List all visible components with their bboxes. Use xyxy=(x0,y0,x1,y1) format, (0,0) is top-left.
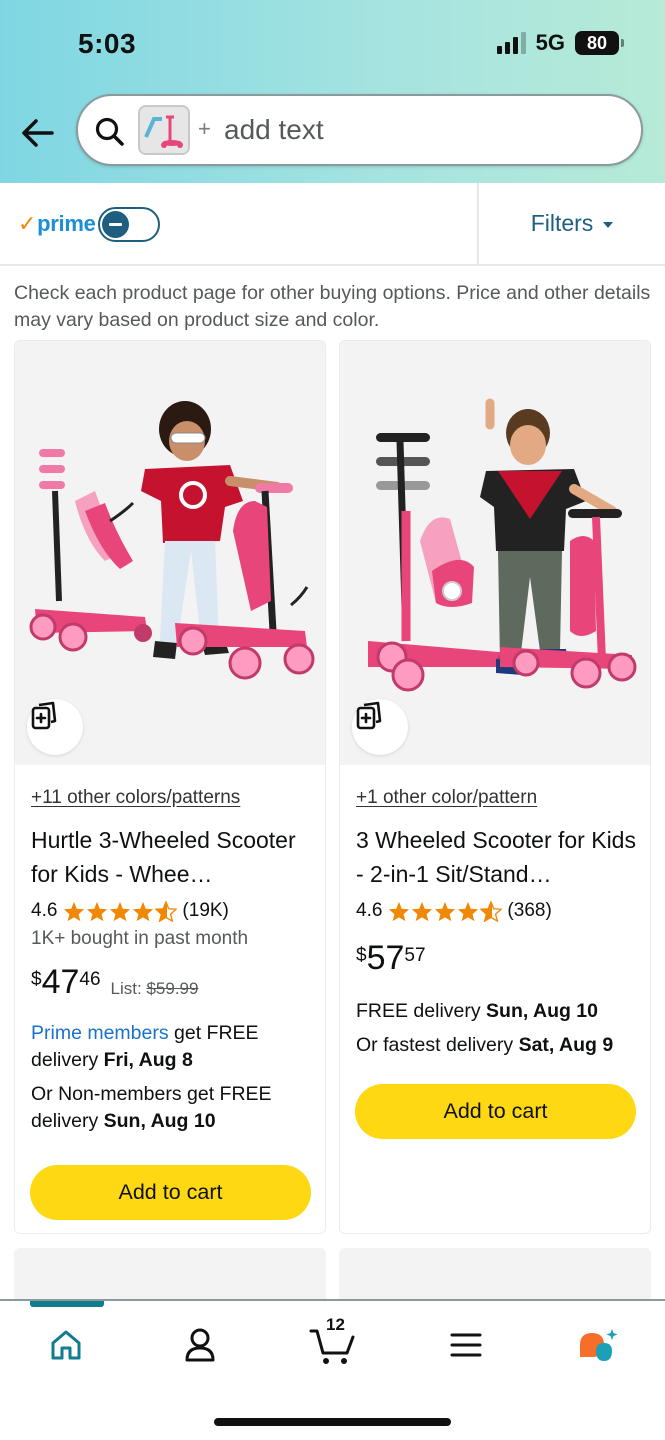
prime-members-link[interactable]: Prime members xyxy=(31,1022,169,1044)
star-rating-icon xyxy=(388,900,503,922)
chevron-down-icon xyxy=(603,222,614,228)
status-time: 5:03 xyxy=(78,28,137,59)
list-label: List: xyxy=(110,979,142,998)
scooter-thumbnail-image xyxy=(140,107,188,153)
nav-cart[interactable]: 12 xyxy=(302,1315,362,1367)
rating-count: (368) xyxy=(507,900,552,921)
delivery-free: FREE delivery Sun, Aug 10 xyxy=(356,998,638,1025)
nav-menu[interactable] xyxy=(436,1323,496,1367)
product-image[interactable] xyxy=(15,341,325,765)
bought-count: 1K+ bought in past month xyxy=(31,928,249,949)
active-tab-indicator xyxy=(30,1301,104,1307)
prime-check-icon: ✓ xyxy=(18,211,37,236)
header: 5:03 5G 80 + add text xyxy=(0,0,665,183)
back-arrow-icon xyxy=(22,119,54,147)
price: $ 57 57 xyxy=(356,938,638,978)
page: 5:03 5G 80 + add text ✓prime Filters Che… xyxy=(0,0,665,1440)
disclaimer-text: Check each product page for other buying… xyxy=(14,282,651,331)
price-fraction: 57 xyxy=(404,945,426,966)
product-details: +1 other color/pattern 3 Wheeled Scooter… xyxy=(356,787,638,1059)
delivery-date: Sat, Aug 9 xyxy=(518,1034,614,1056)
prime-label: prime xyxy=(37,211,96,236)
home-icon xyxy=(51,1330,81,1360)
filter-bar: ✓prime Filters xyxy=(0,183,665,266)
compare-button[interactable] xyxy=(27,699,83,755)
product-image[interactable] xyxy=(340,341,650,765)
search-plus: + xyxy=(198,116,211,141)
product-details: +11 other colors/patterns Hurtle 3-Wheel… xyxy=(31,787,313,1135)
rating-row[interactable]: 4.6 (368) xyxy=(356,900,638,922)
colors-link[interactable]: +11 other colors/patterns xyxy=(31,787,313,809)
search-input[interactable]: add text xyxy=(224,114,324,146)
price-symbol: $ xyxy=(31,969,42,990)
list-price-value: $59.99 xyxy=(146,979,199,998)
product-title[interactable]: Hurtle 3-Wheeled Scooter for Kids - Whee… xyxy=(31,823,313,891)
price-fraction: 46 xyxy=(79,969,101,990)
network-type: 5G xyxy=(535,30,565,55)
toggle-knob-icon xyxy=(102,211,129,238)
compare-cards-icon xyxy=(356,701,382,730)
person-icon xyxy=(185,1328,215,1362)
product-card[interactable]: +11 other colors/patterns Hurtle 3-Wheel… xyxy=(14,340,326,1234)
delivery-prime: Prime members get FREE delivery Fri, Aug… xyxy=(31,1020,313,1074)
product-title[interactable]: 3 Wheeled Scooter for Kids - 2-in-1 Sit/… xyxy=(356,823,638,891)
add-to-cart-button[interactable]: Add to cart xyxy=(355,1084,636,1139)
menu-icon xyxy=(450,1333,482,1357)
prime-logo: ✓prime xyxy=(18,211,96,237)
status-indicators: 5G 80 xyxy=(496,30,624,56)
rating-value: 4.6 xyxy=(356,900,383,921)
battery-icon: 80 xyxy=(575,31,624,55)
rating-row[interactable]: 4.6 (19K) xyxy=(31,900,313,922)
price-whole: 57 xyxy=(366,939,405,977)
price-symbol: $ xyxy=(356,945,367,966)
price-whole: 47 xyxy=(41,963,80,1001)
list-price: List: $59.99 xyxy=(111,979,199,999)
search-image-thumbnail[interactable] xyxy=(138,105,190,155)
colors-link[interactable]: +1 other color/pattern xyxy=(356,787,638,809)
delivery-date: Sun, Aug 10 xyxy=(103,1110,216,1132)
nav-rufus[interactable] xyxy=(568,1323,628,1367)
compare-button[interactable] xyxy=(352,699,408,755)
rating-count: (19K) xyxy=(182,900,229,921)
bottom-nav: 12 xyxy=(0,1299,665,1440)
product-card[interactable]: +1 other color/pattern 3 Wheeled Scooter… xyxy=(339,340,651,1234)
compare-cards-icon xyxy=(31,701,57,730)
prime-toggle[interactable] xyxy=(98,207,160,242)
rufus-assistant-icon xyxy=(580,1329,618,1361)
signal-icon xyxy=(496,32,526,54)
delivery-text: Or fastest delivery xyxy=(356,1034,519,1056)
price: $ 47 46 List: $59.99 xyxy=(31,962,313,1002)
star-rating-icon xyxy=(63,900,178,922)
add-to-cart-button[interactable]: Add to cart xyxy=(30,1165,311,1220)
delivery-fastest: Or fastest delivery Sat, Aug 9 xyxy=(356,1032,638,1059)
rating-value: 4.6 xyxy=(31,900,58,921)
search-box[interactable]: + add text xyxy=(76,94,643,166)
nav-home[interactable] xyxy=(36,1323,96,1367)
delivery-date: Fri, Aug 8 xyxy=(103,1049,193,1071)
cart-count-badge: 12 xyxy=(326,1315,345,1334)
delivery-text: FREE delivery xyxy=(356,1000,487,1022)
nav-account[interactable] xyxy=(170,1323,230,1367)
filters-label: Filters xyxy=(530,210,594,236)
delivery-nonmember: Or Non-members get FREE delivery Sun, Au… xyxy=(31,1081,313,1135)
home-indicator xyxy=(214,1418,451,1426)
back-button[interactable] xyxy=(18,113,58,153)
search-icon[interactable] xyxy=(92,114,128,150)
filters-button[interactable]: Filters xyxy=(479,183,665,264)
delivery-date: Sun, Aug 10 xyxy=(486,1000,599,1022)
